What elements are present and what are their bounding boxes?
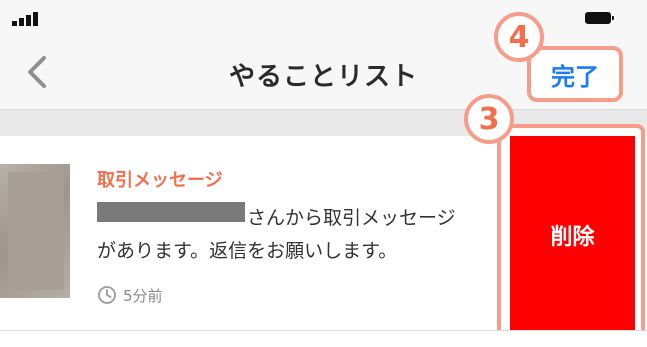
item-timestamp: 5分前 bbox=[97, 284, 163, 306]
item-title: 取引メッセージ bbox=[97, 170, 223, 191]
status-bar bbox=[0, 0, 647, 34]
step-badge-3: 3 bbox=[464, 94, 514, 144]
signal-bars-icon bbox=[12, 12, 38, 26]
redacted-username bbox=[97, 202, 245, 222]
next-list-item-area bbox=[0, 331, 647, 347]
done-button-label: 完了 bbox=[551, 62, 599, 91]
item-message-line2: があります。返信をお願いします。 bbox=[97, 240, 398, 262]
nav-bar: やることリスト 完了 bbox=[0, 34, 647, 110]
clock-icon bbox=[98, 286, 116, 304]
battery-icon bbox=[585, 12, 614, 24]
delete-button[interactable]: 削除 bbox=[510, 136, 635, 334]
done-button[interactable]: 完了 bbox=[527, 46, 623, 102]
item-thumbnail bbox=[0, 164, 70, 298]
step-badge-4: 4 bbox=[494, 12, 544, 62]
item-time-label: 5分前 bbox=[123, 286, 163, 305]
delete-button-label: 削除 bbox=[550, 225, 595, 250]
